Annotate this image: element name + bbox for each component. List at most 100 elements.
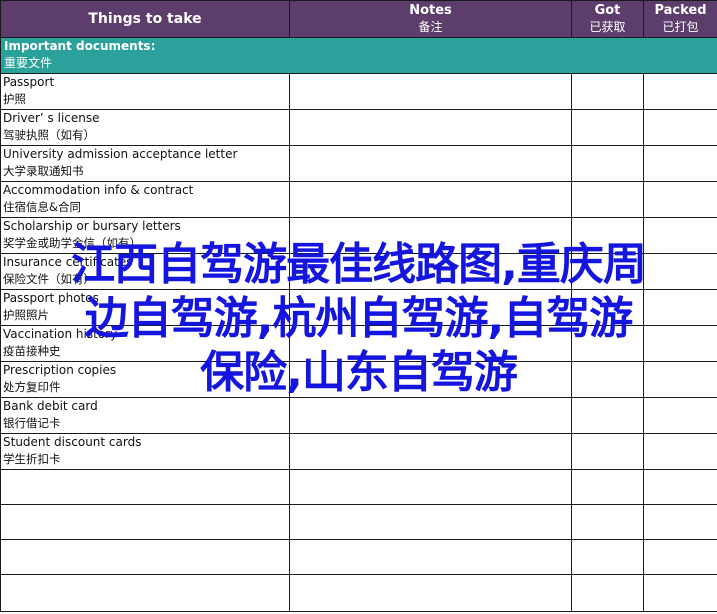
item-label-en: Student discount cards (3, 435, 142, 449)
packed-cell[interactable] (643, 181, 717, 218)
got-cell[interactable] (571, 397, 644, 434)
notes-cell[interactable] (289, 109, 572, 146)
packed-cell[interactable] (643, 539, 717, 575)
table-row: Vaccination history 疫苗接种史 (0, 325, 717, 362)
notes-cell[interactable] (289, 504, 572, 540)
got-cell[interactable] (571, 109, 644, 146)
item-label-zh: 处方复印件 (3, 380, 61, 394)
got-cell[interactable] (571, 539, 644, 575)
packed-cell[interactable] (643, 145, 717, 182)
item-cell[interactable] (0, 539, 290, 575)
blank-row (0, 539, 717, 575)
table-row: Driver’ s license 驾驶执照（如有） (0, 109, 717, 146)
notes-cell[interactable] (289, 253, 572, 290)
got-cell[interactable] (571, 433, 644, 470)
blank-row (0, 504, 717, 540)
header-notes-en: Notes (409, 3, 452, 18)
item-cell[interactable] (0, 504, 290, 540)
item-cell: Vaccination history 疫苗接种史 (0, 325, 290, 362)
table-row: Passport photos 护照照片 (0, 289, 717, 326)
notes-cell[interactable] (289, 574, 572, 612)
item-label-en: Scholarship or bursary letters (3, 219, 181, 233)
notes-cell[interactable] (289, 145, 572, 182)
item-label-en: University admission acceptance letter (3, 147, 238, 161)
packed-cell[interactable] (643, 253, 717, 290)
table-row: Passport 护照 (0, 73, 717, 110)
item-label-en: Prescription copies (3, 363, 117, 377)
item-label-zh: 护照 (3, 92, 26, 106)
got-cell[interactable] (571, 181, 644, 218)
table-row: Accommodation info & contract 住宿信息&合同 (0, 181, 717, 218)
got-cell[interactable] (571, 325, 644, 362)
item-label-zh: 疫苗接种史 (3, 344, 61, 358)
checklist-table: Things to take Notes 备注 Got 已获取 Packed 已… (0, 0, 717, 612)
packed-cell[interactable] (643, 73, 717, 110)
got-cell[interactable] (571, 253, 644, 290)
item-label-zh: 奖学金或助学金信（如有） (3, 236, 141, 250)
blank-row (0, 574, 717, 612)
section-title-zh: 重要文件 (4, 56, 53, 70)
table-row: Bank debit card 银行借记卡 (0, 397, 717, 434)
table-row: Insurance certificates 保险文件（如有） (0, 253, 717, 290)
item-label-zh: 大学录取通知书 (3, 164, 84, 178)
notes-cell[interactable] (289, 433, 572, 470)
got-cell[interactable] (571, 361, 644, 398)
header-packed: Packed 已打包 (643, 0, 717, 38)
packed-cell[interactable] (643, 217, 717, 254)
notes-cell[interactable] (289, 181, 572, 218)
got-cell[interactable] (571, 289, 644, 326)
packed-cell[interactable] (643, 504, 717, 540)
packed-cell[interactable] (643, 325, 717, 362)
item-cell: Scholarship or bursary letters 奖学金或助学金信（如… (0, 217, 290, 254)
header-notes-zh: 备注 (418, 20, 443, 34)
got-cell[interactable] (571, 217, 644, 254)
header-got-en: Got (594, 3, 621, 18)
blank-row (0, 469, 717, 505)
section-title-cell: Important documents: 重要文件 (0, 37, 717, 74)
notes-cell[interactable] (289, 361, 572, 398)
got-cell[interactable] (571, 145, 644, 182)
packed-cell[interactable] (643, 289, 717, 326)
item-label-zh: 驾驶执照（如有） (3, 128, 95, 142)
item-label-en: Accommodation info & contract (3, 183, 194, 197)
got-cell[interactable] (571, 73, 644, 110)
notes-cell[interactable] (289, 469, 572, 505)
packed-cell[interactable] (643, 469, 717, 505)
item-label-en: Driver’ s license (3, 111, 100, 125)
header-things-to-take: Things to take (0, 0, 290, 38)
section-title-en: Important documents: (4, 39, 156, 53)
notes-cell[interactable] (289, 539, 572, 575)
table-row: Scholarship or bursary letters 奖学金或助学金信（如… (0, 217, 717, 254)
got-cell[interactable] (571, 469, 644, 505)
header-got: Got 已获取 (571, 0, 644, 38)
packed-cell[interactable] (643, 397, 717, 434)
packed-cell[interactable] (643, 433, 717, 470)
notes-cell[interactable] (289, 325, 572, 362)
packed-cell[interactable] (643, 574, 717, 612)
notes-cell[interactable] (289, 397, 572, 434)
notes-cell[interactable] (289, 217, 572, 254)
item-cell: Driver’ s license 驾驶执照（如有） (0, 109, 290, 146)
header-packed-en: Packed (654, 3, 707, 18)
item-cell[interactable] (0, 469, 290, 505)
got-cell[interactable] (571, 574, 644, 612)
item-label-en: Vaccination history (3, 327, 118, 341)
notes-cell[interactable] (289, 73, 572, 110)
item-cell: Accommodation info & contract 住宿信息&合同 (0, 181, 290, 218)
packed-cell[interactable] (643, 109, 717, 146)
table-row: Prescription copies 处方复印件 (0, 361, 717, 398)
item-cell: Passport photos 护照照片 (0, 289, 290, 326)
packed-cell[interactable] (643, 361, 717, 398)
item-label-en: Bank debit card (3, 399, 98, 413)
got-cell[interactable] (571, 504, 644, 540)
item-label-zh: 银行借记卡 (3, 416, 61, 430)
item-cell[interactable] (0, 574, 290, 612)
item-cell: Prescription copies 处方复印件 (0, 361, 290, 398)
item-cell: University admission acceptance letter 大学… (0, 145, 290, 182)
item-label-zh: 学生折扣卡 (3, 452, 61, 466)
notes-cell[interactable] (289, 289, 572, 326)
section-row-important-documents: Important documents: 重要文件 (0, 37, 717, 74)
item-label-zh: 护照照片 (3, 308, 49, 322)
table-row: University admission acceptance letter 大学… (0, 145, 717, 182)
table-row: Student discount cards 学生折扣卡 (0, 433, 717, 470)
